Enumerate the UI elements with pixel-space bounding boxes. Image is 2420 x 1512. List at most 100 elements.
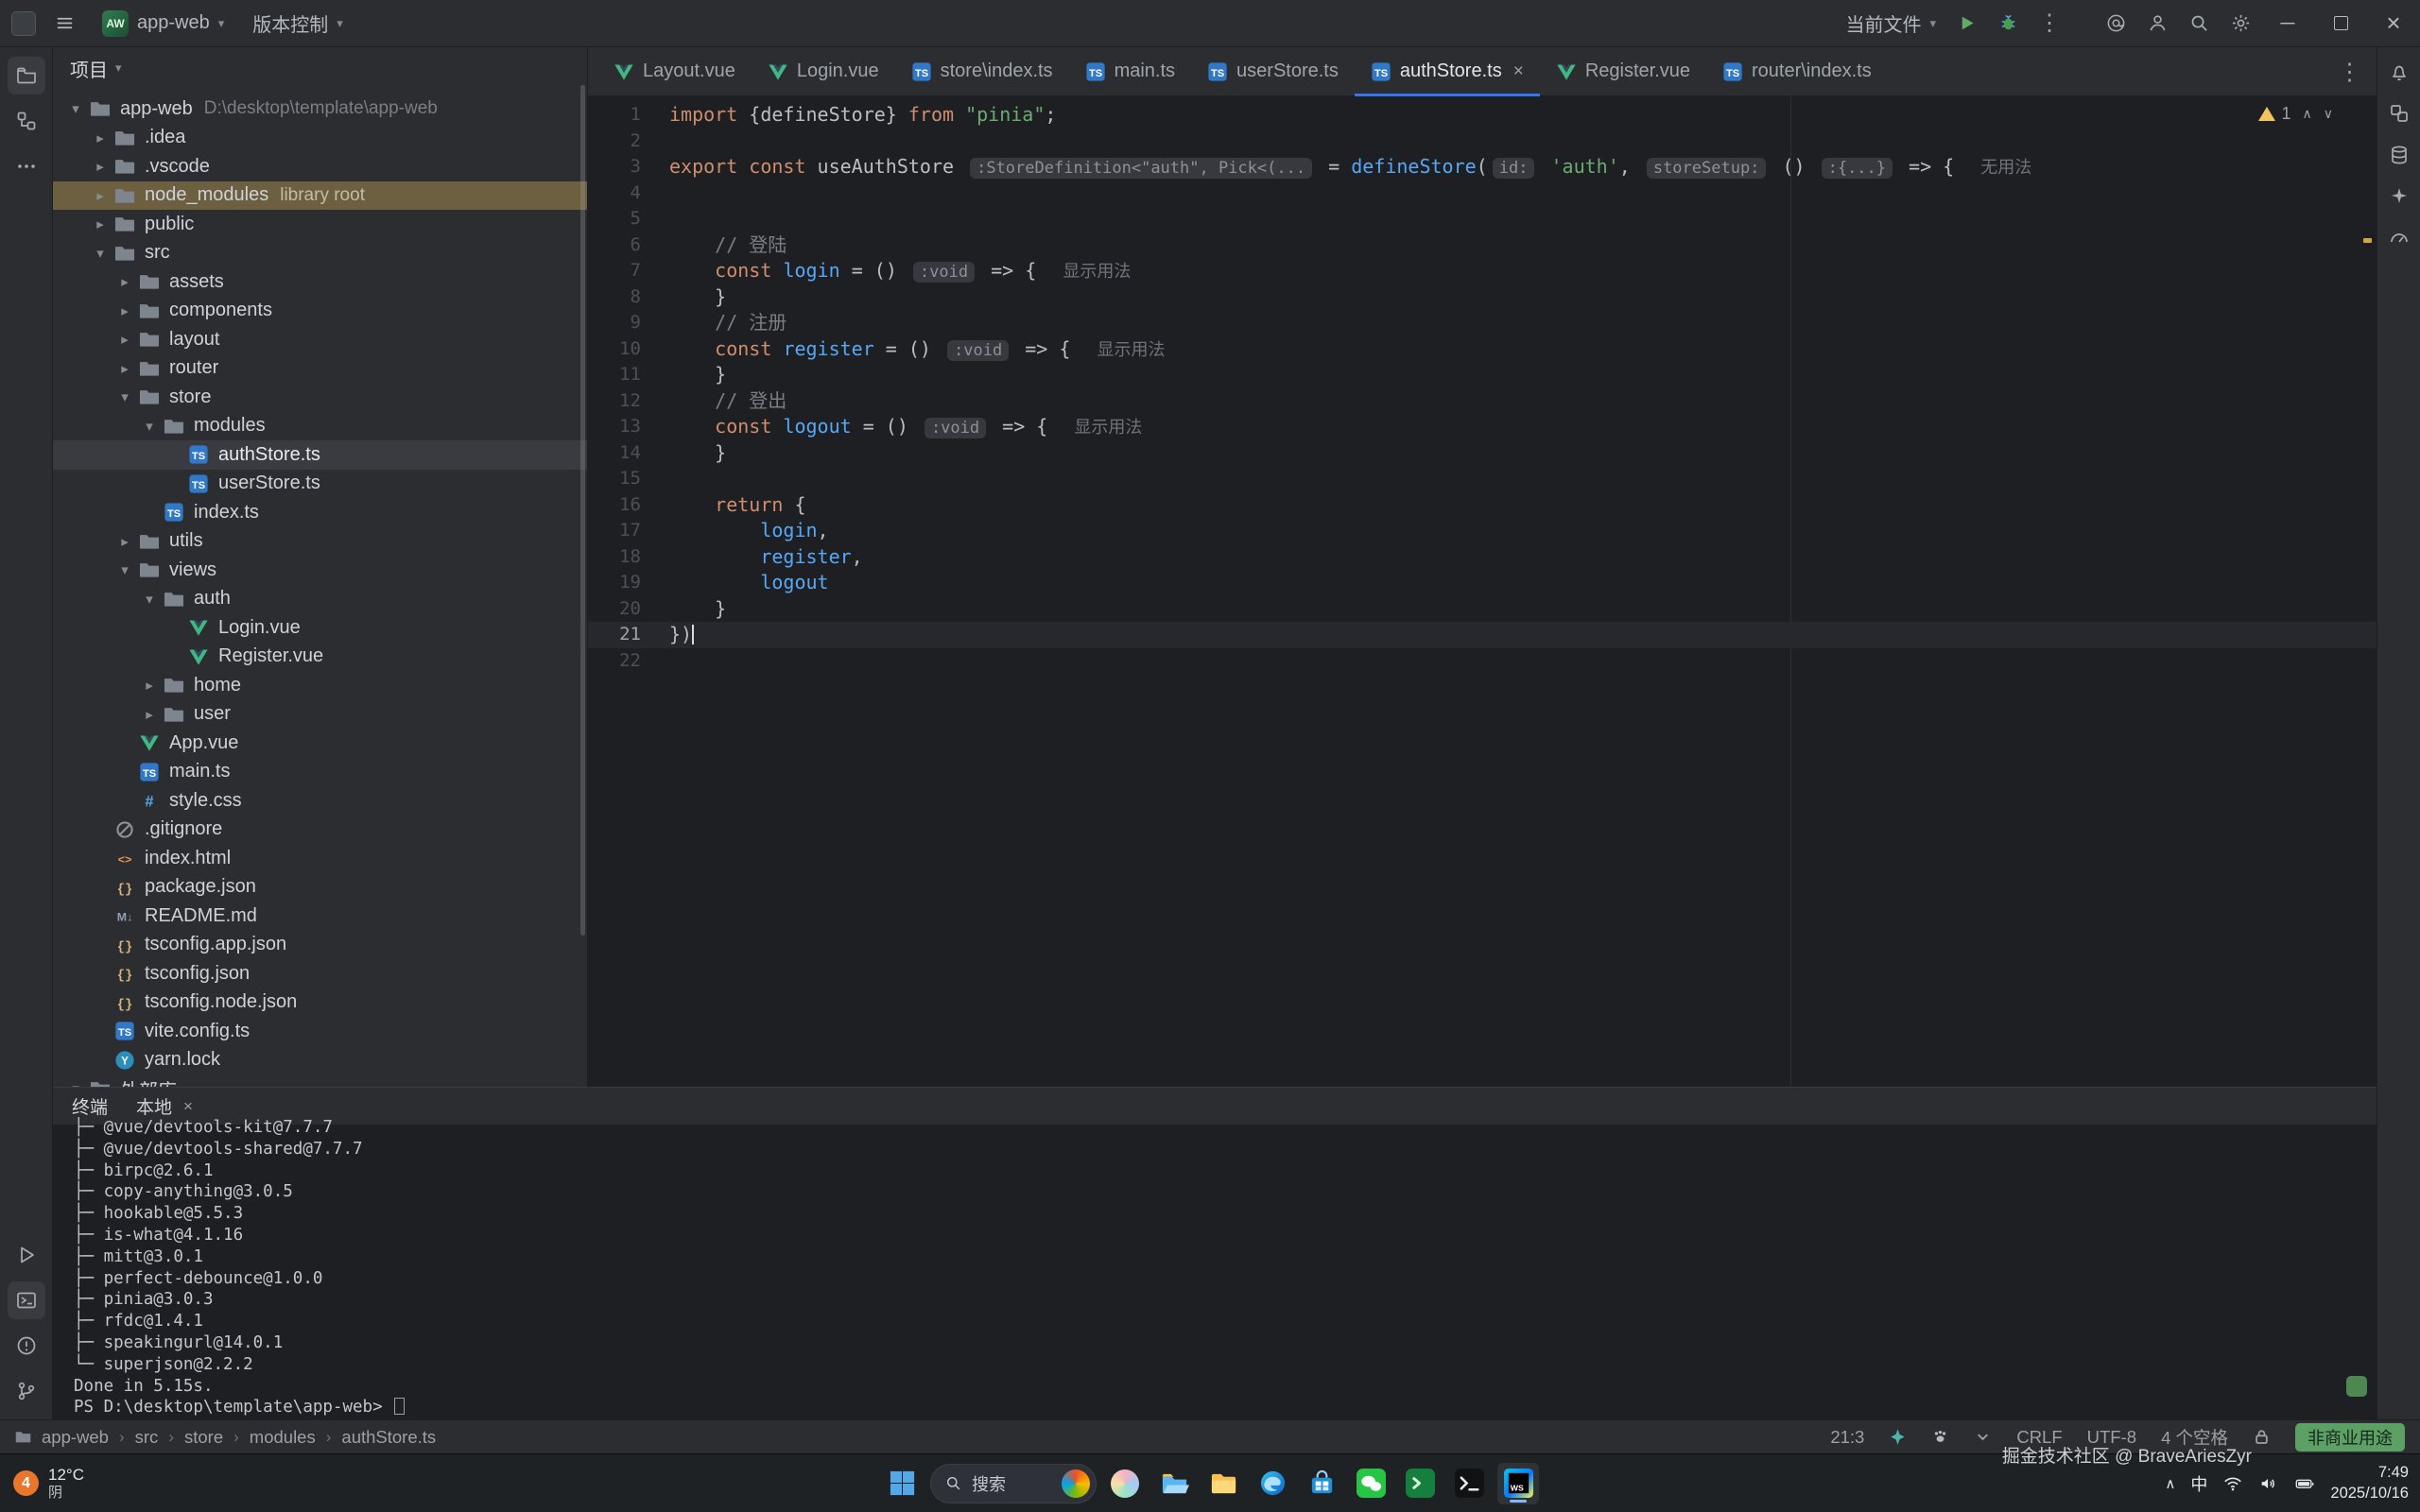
line-number[interactable]: 11: [588, 362, 641, 388]
tree-item-views[interactable]: ▾views: [53, 556, 587, 585]
chevron-down-icon[interactable]: [1974, 1428, 1992, 1446]
run-config-widget[interactable]: 当前文件 ▾: [1836, 5, 1945, 42]
tree-item-main.ts[interactable]: TSmain.ts: [53, 758, 587, 787]
tree-item-utils[interactable]: ▸utils: [53, 527, 587, 557]
tree-item-app-web[interactable]: ▾app-webD:\desktop\template\app-web: [53, 94, 587, 124]
line-number[interactable]: 16: [588, 492, 641, 519]
run-button[interactable]: [1947, 5, 1985, 43]
caret-position[interactable]: 21:3: [1830, 1427, 1864, 1448]
code-line-21[interactable]: 21}): [588, 622, 2377, 648]
database-icon[interactable]: [2382, 138, 2416, 172]
line-number[interactable]: 22: [588, 648, 641, 675]
tree-item-.idea[interactable]: ▸.idea: [53, 124, 587, 153]
chevron-right-icon[interactable]: ▸: [87, 187, 113, 204]
project-scrollbar[interactable]: [580, 85, 585, 936]
tree-item-tsconfig.node.json[interactable]: {}tsconfig.node.json: [53, 988, 587, 1018]
breadcrumb-item-store[interactable]: store: [184, 1427, 223, 1448]
green-app-taskbar-icon[interactable]: [1399, 1463, 1441, 1504]
code-line-1[interactable]: 1import {defineStore} from "pinia";: [588, 102, 2377, 129]
chevron-right-icon[interactable]: ▸: [136, 706, 163, 723]
notifications-icon[interactable]: [2382, 55, 2416, 89]
tab-register.vue[interactable]: Register.vue: [1540, 47, 1706, 95]
wifi-icon[interactable]: [2222, 1473, 2243, 1494]
code-line-7[interactable]: 7 const login = () :void => { 显示用法: [588, 258, 2377, 284]
dependencies-icon[interactable]: [2382, 96, 2416, 130]
tree-item-assets[interactable]: ▸assets: [53, 267, 587, 297]
taskbar-search[interactable]: 搜索: [930, 1464, 1097, 1503]
tree-item-vite.config.ts[interactable]: TSvite.config.ts: [53, 1017, 587, 1046]
tab-store-index.ts[interactable]: TSstore\index.ts: [895, 47, 1069, 95]
tree-item-userstore.ts[interactable]: TSuserStore.ts: [53, 470, 587, 499]
battery-icon[interactable]: [2294, 1473, 2315, 1494]
ai-assistant-icon[interactable]: [2382, 180, 2416, 214]
profiler-icon[interactable]: [2382, 221, 2416, 255]
tree-item-index.html[interactable]: <>index.html: [53, 844, 587, 873]
tab-login.vue[interactable]: Login.vue: [752, 47, 895, 95]
tree-item-home[interactable]: ▸home: [53, 671, 587, 700]
code-line-14[interactable]: 14 }: [588, 440, 2377, 467]
code-line-2[interactable]: 2: [588, 129, 2377, 155]
chevron-down-icon[interactable]: ▾: [115, 60, 122, 76]
code-line-10[interactable]: 10 const register = () :void => { 显示用法: [588, 336, 2377, 363]
tree-item-login.vue[interactable]: Login.vue: [53, 613, 587, 643]
breadcrumb-item-authstore.ts[interactable]: authStore.ts: [341, 1427, 436, 1448]
project-widget[interactable]: AW app-web ▾: [93, 6, 233, 42]
code-line-5[interactable]: 5: [588, 206, 2377, 232]
chevron-right-icon[interactable]: ▸: [87, 215, 113, 232]
license-badge[interactable]: 非商业用途: [2295, 1423, 2405, 1452]
chevron-right-icon[interactable]: ▸: [112, 533, 138, 550]
tab-main.ts[interactable]: TSmain.ts: [1069, 47, 1191, 95]
code-line-13[interactable]: 13 const logout = () :void => { 显示用法: [588, 414, 2377, 440]
ime-indicator[interactable]: 中: [2190, 1471, 2207, 1496]
line-number[interactable]: 6: [588, 232, 641, 259]
tree-item-yarn.lock[interactable]: Yyarn.lock: [53, 1046, 587, 1075]
settings-button[interactable]: [2221, 5, 2259, 43]
structure-icon[interactable]: [8, 102, 45, 140]
code-line-4[interactable]: 4: [588, 180, 2377, 207]
tree-item-tsconfig.app.json[interactable]: {}tsconfig.app.json: [53, 931, 587, 960]
tree-item--[interactable]: ▾外部库: [53, 1074, 587, 1087]
terminal-prompt[interactable]: PS D:\desktop\template\app-web>: [74, 1397, 2377, 1418]
tree-item-public[interactable]: ▸public: [53, 210, 587, 239]
code-line-9[interactable]: 9 // 注册: [588, 310, 2377, 336]
tree-item-package.json[interactable]: {}package.json: [53, 873, 587, 902]
tab-layout.vue[interactable]: Layout.vue: [597, 47, 752, 95]
code-line-12[interactable]: 12 // 登出: [588, 388, 2377, 415]
code-with-me-button[interactable]: [2138, 5, 2176, 43]
code-line-6[interactable]: 6 // 登陆: [588, 232, 2377, 259]
line-number[interactable]: 9: [588, 310, 641, 336]
tree-item-node-modules[interactable]: ▸node_moduleslibrary root: [53, 181, 587, 211]
copilot-taskbar-icon[interactable]: [1104, 1463, 1146, 1504]
line-number[interactable]: 5: [588, 206, 641, 232]
more-icon[interactable]: [8, 147, 45, 185]
tree-item-store[interactable]: ▾store: [53, 383, 587, 412]
tree-item-app.vue[interactable]: App.vue: [53, 729, 587, 758]
debug-button[interactable]: [1989, 5, 2027, 43]
tab-userstore.ts[interactable]: TSuserStore.ts: [1191, 47, 1355, 95]
terminal-icon[interactable]: [8, 1281, 45, 1319]
code-line-19[interactable]: 19 logout: [588, 570, 2377, 596]
weather-widget[interactable]: 4 12°C 阴: [13, 1454, 84, 1512]
tray-expand-icon[interactable]: ∧: [2165, 1475, 2175, 1492]
more-actions-button[interactable]: ⋮: [2031, 5, 2068, 43]
chevron-right-icon[interactable]: ▸: [87, 129, 113, 146]
editor[interactable]: 1import {defineStore} from "pinia";23exp…: [588, 96, 2377, 1087]
chevron-down-icon[interactable]: ▾: [62, 1080, 89, 1087]
chevron-right-icon[interactable]: ▸: [136, 677, 163, 694]
close-icon[interactable]: ×: [1513, 61, 1524, 82]
code-line-22[interactable]: 22: [588, 648, 2377, 675]
close-button[interactable]: ×: [2367, 0, 2420, 46]
tree-item-register.vue[interactable]: Register.vue: [53, 643, 587, 672]
version-control-icon[interactable]: [8, 1372, 45, 1410]
line-number[interactable]: 3: [588, 154, 641, 180]
code-area[interactable]: 1import {defineStore} from "pinia";23exp…: [588, 96, 2377, 674]
tree-item-user[interactable]: ▸user: [53, 700, 587, 730]
code-line-3[interactable]: 3export const useAuthStore :StoreDefinit…: [588, 154, 2377, 180]
code-line-17[interactable]: 17 login,: [588, 518, 2377, 544]
explorer-taskbar-icon[interactable]: [1153, 1463, 1195, 1504]
line-number[interactable]: 17: [588, 518, 641, 544]
project-tree[interactable]: ▾app-webD:\desktop\template\app-web▸.ide…: [53, 89, 587, 1087]
chevron-right-icon[interactable]: ▸: [112, 302, 138, 319]
line-number[interactable]: 15: [588, 466, 641, 492]
tab-authstore.ts[interactable]: TSauthStore.ts×: [1355, 47, 1540, 95]
